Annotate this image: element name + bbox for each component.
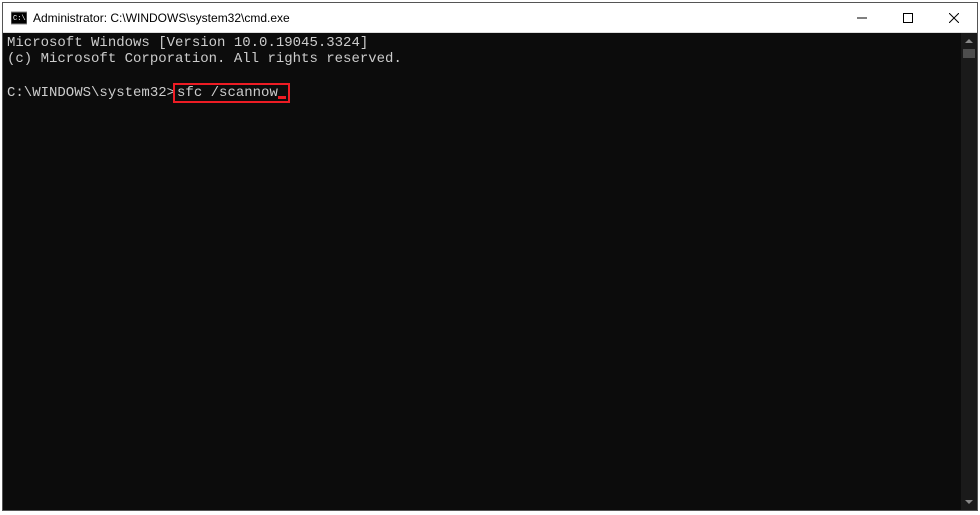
window-controls [839,3,977,32]
scrollbar-down-button[interactable] [961,494,977,510]
console-output[interactable]: Microsoft Windows [Version 10.0.19045.33… [3,33,961,510]
maximize-button[interactable] [885,3,931,32]
close-button[interactable] [931,3,977,32]
prompt-text: C:\WINDOWS\system32> [7,85,175,101]
vertical-scrollbar[interactable] [961,33,977,510]
cmd-window: C:\ Administrator: C:\WINDOWS\system32\c… [2,2,978,511]
svg-text:C:\: C:\ [13,15,26,23]
copyright-line: (c) Microsoft Corporation. All rights re… [7,51,402,67]
command-highlight: sfc /scannow [173,83,290,103]
console-body: Microsoft Windows [Version 10.0.19045.33… [3,33,977,510]
scrollbar-up-button[interactable] [961,33,977,49]
scrollbar-thumb[interactable] [963,49,975,58]
command-text: sfc /scannow [177,85,278,101]
prompt-line: C:\WINDOWS\system32>sfc /scannow [7,85,290,101]
version-line: Microsoft Windows [Version 10.0.19045.33… [7,35,368,51]
titlebar[interactable]: C:\ Administrator: C:\WINDOWS\system32\c… [3,3,977,33]
window-title: Administrator: C:\WINDOWS\system32\cmd.e… [33,11,839,25]
cursor [278,96,286,99]
cmd-icon: C:\ [11,10,27,26]
minimize-button[interactable] [839,3,885,32]
